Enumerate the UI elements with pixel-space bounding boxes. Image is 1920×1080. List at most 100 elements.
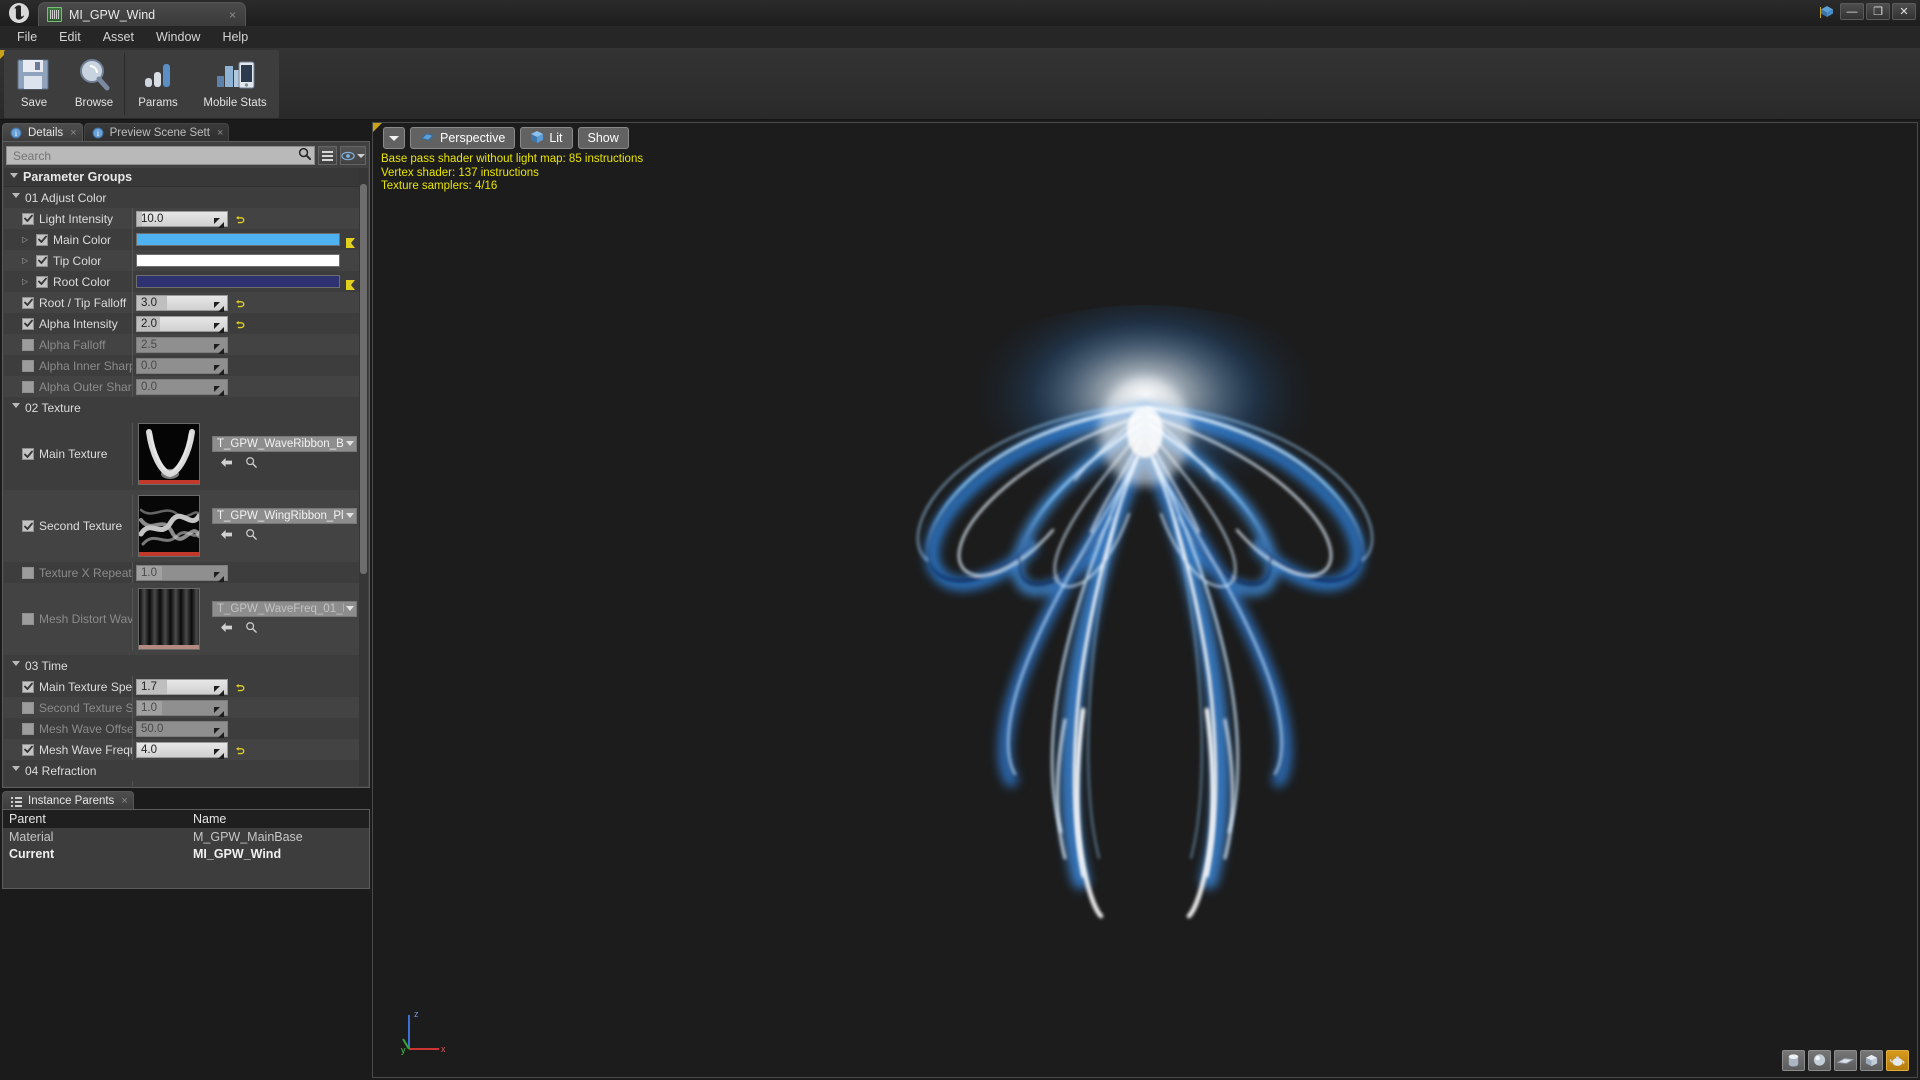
group-header-2[interactable]: 02 Texture [4,397,362,418]
close-button[interactable]: ✕ [1892,3,1916,20]
texture-thumbnail[interactable] [138,423,200,485]
parameter-checkbox[interactable] [36,254,48,267]
parameter-checkbox[interactable] [36,233,48,246]
parameter-checkbox[interactable] [22,722,34,735]
lit-button[interactable]: Lit [520,127,573,149]
asset-dropdown[interactable]: T_GPW_WaveRibbon_Base [212,435,357,452]
browse-to-asset-icon[interactable] [245,455,257,473]
menu-edit[interactable]: Edit [48,28,92,46]
asset-dropdown[interactable]: T_GPW_WingRibbon_Plasma [212,507,357,524]
preview-shape-sphere-button[interactable] [1808,1050,1831,1071]
group-header-4[interactable]: 04 Refraction [4,760,362,781]
parameter-row[interactable]: Use Refraction [4,781,362,786]
parameter-row[interactable]: Mesh Distort Wav T_GPW_WaveFreq_01_Norma [4,583,362,655]
parameter-checkbox[interactable] [22,785,34,786]
parameter-row[interactable]: Main Texture Spe 1.7 [4,676,362,697]
menu-file[interactable]: File [6,28,48,46]
parameter-checkbox[interactable] [22,613,34,625]
parameter-checkbox[interactable] [22,338,34,351]
parameter-checkbox[interactable] [22,566,34,579]
parameter-row[interactable]: Alpha Intensity 2.0 [4,313,362,334]
preview-shape-cylinder-button[interactable] [1782,1050,1805,1071]
tab-details-close-icon[interactable]: × [70,127,76,139]
tab-preview-scene-close-icon[interactable]: × [217,127,223,139]
group-header-3[interactable]: 03 Time [4,655,362,676]
asset-dropdown[interactable]: T_GPW_WaveFreq_01_Norma [212,600,357,617]
parameter-checkbox[interactable] [22,359,34,372]
spinner-icon[interactable] [214,362,224,375]
use-selected-asset-icon[interactable] [220,527,233,545]
spinner-icon[interactable] [214,299,224,312]
menu-asset[interactable]: Asset [92,28,145,46]
parameter-row[interactable]: Mesh Wave Frequ 4.0 [4,739,362,760]
numeric-field[interactable]: 2.0 [136,315,228,333]
save-button[interactable]: Save [4,50,64,116]
numeric-field[interactable]: 2.5 [136,336,228,354]
parameter-checkbox[interactable] [36,275,48,288]
numeric-field[interactable]: 1.0 [136,699,228,717]
spinner-icon[interactable] [214,215,224,228]
numeric-field[interactable]: 3.0 [136,294,228,312]
preview-viewport[interactable]: Perspective Lit Show Base pass shader wi… [372,122,1918,1078]
details-scrollbar[interactable] [359,168,368,786]
minimize-button[interactable]: — [1840,3,1864,20]
spinner-icon[interactable] [214,383,224,396]
expand-triangle-icon[interactable]: ▷ [22,256,31,265]
table-row[interactable]: Material M_GPW_MainBase [3,828,369,845]
parameter-row[interactable]: Second Texture S 1.0 [4,697,362,718]
spinner-icon[interactable] [214,569,224,582]
spinner-icon[interactable] [214,320,224,333]
browse-to-asset-icon[interactable] [245,527,257,545]
parameter-row[interactable]: ▷ Root Color [4,271,362,292]
parameter-row[interactable]: Alpha Outer Sharp 0.0 [4,376,362,397]
parameter-row[interactable]: Light Intensity 10.0 [4,208,362,229]
numeric-field[interactable]: 1.0 [136,564,228,582]
visibility-filter-button[interactable] [340,146,366,165]
parameter-checkbox[interactable] [22,212,34,225]
parameter-checkbox[interactable] [22,520,34,532]
parameter-row[interactable]: Texture X Repeat 1.0 [4,562,362,583]
search-icon[interactable] [298,147,311,165]
parameter-row[interactable]: Mesh Wave Offse 50.0 [4,718,362,739]
numeric-field[interactable]: 0.0 [136,378,228,396]
mobile-stats-button[interactable]: Mobile Stats [191,50,279,116]
preview-shape-teapot-button[interactable] [1886,1050,1909,1071]
reset-to-default-icon[interactable] [234,681,245,692]
document-tab-close-icon[interactable]: × [226,8,239,22]
numeric-field[interactable]: 4.0 [136,741,228,759]
spinner-icon[interactable] [214,725,224,738]
use-selected-asset-icon[interactable] [220,620,233,638]
bool-value-checkbox[interactable] [140,785,152,786]
texture-thumbnail[interactable] [138,588,200,650]
browse-button[interactable]: Browse [64,50,124,116]
tab-details[interactable]: i Details × [2,123,83,142]
parameter-checkbox[interactable] [22,296,34,309]
view-options-grid-icon[interactable] [318,146,337,165]
tab-instance-parents-close-icon[interactable]: × [121,795,127,807]
spinner-icon[interactable] [214,704,224,717]
parameter-checkbox[interactable] [22,701,34,714]
use-selected-asset-icon[interactable] [220,455,233,473]
parameter-row[interactable]: Root / Tip Falloff 3.0 [4,292,362,313]
reset-to-default-icon[interactable] [234,297,245,308]
texture-thumbnail[interactable] [138,495,200,557]
parameter-checkbox[interactable] [22,743,34,756]
color-swatch[interactable] [136,254,340,267]
document-tab-mi-gpw-wind[interactable]: MI_GPW_Wind × [38,2,246,26]
parameter-row[interactable]: Alpha Falloff 2.5 [4,334,362,355]
group-header-1[interactable]: 01 Adjust Color [4,187,362,208]
spinner-icon[interactable] [214,683,224,696]
details-scrollbar-thumb[interactable] [360,184,367,574]
menu-help[interactable]: Help [211,28,259,46]
parameter-list[interactable]: Parameter Groups 01 Adjust Color Light Int… [4,168,362,786]
table-row[interactable]: Current MI_GPW_Wind [3,845,369,862]
spinner-icon[interactable] [214,341,224,354]
numeric-field[interactable]: 1.7 [136,678,228,696]
expand-triangle-icon[interactable]: ▷ [22,277,31,286]
numeric-field[interactable]: 10.0 [136,210,228,228]
maximize-button[interactable]: ❐ [1866,3,1890,20]
numeric-field[interactable]: 0.0 [136,357,228,375]
show-button[interactable]: Show [577,127,629,149]
parameter-row[interactable]: ▷ Tip Color [4,250,362,271]
reset-to-default-icon[interactable] [234,744,245,755]
